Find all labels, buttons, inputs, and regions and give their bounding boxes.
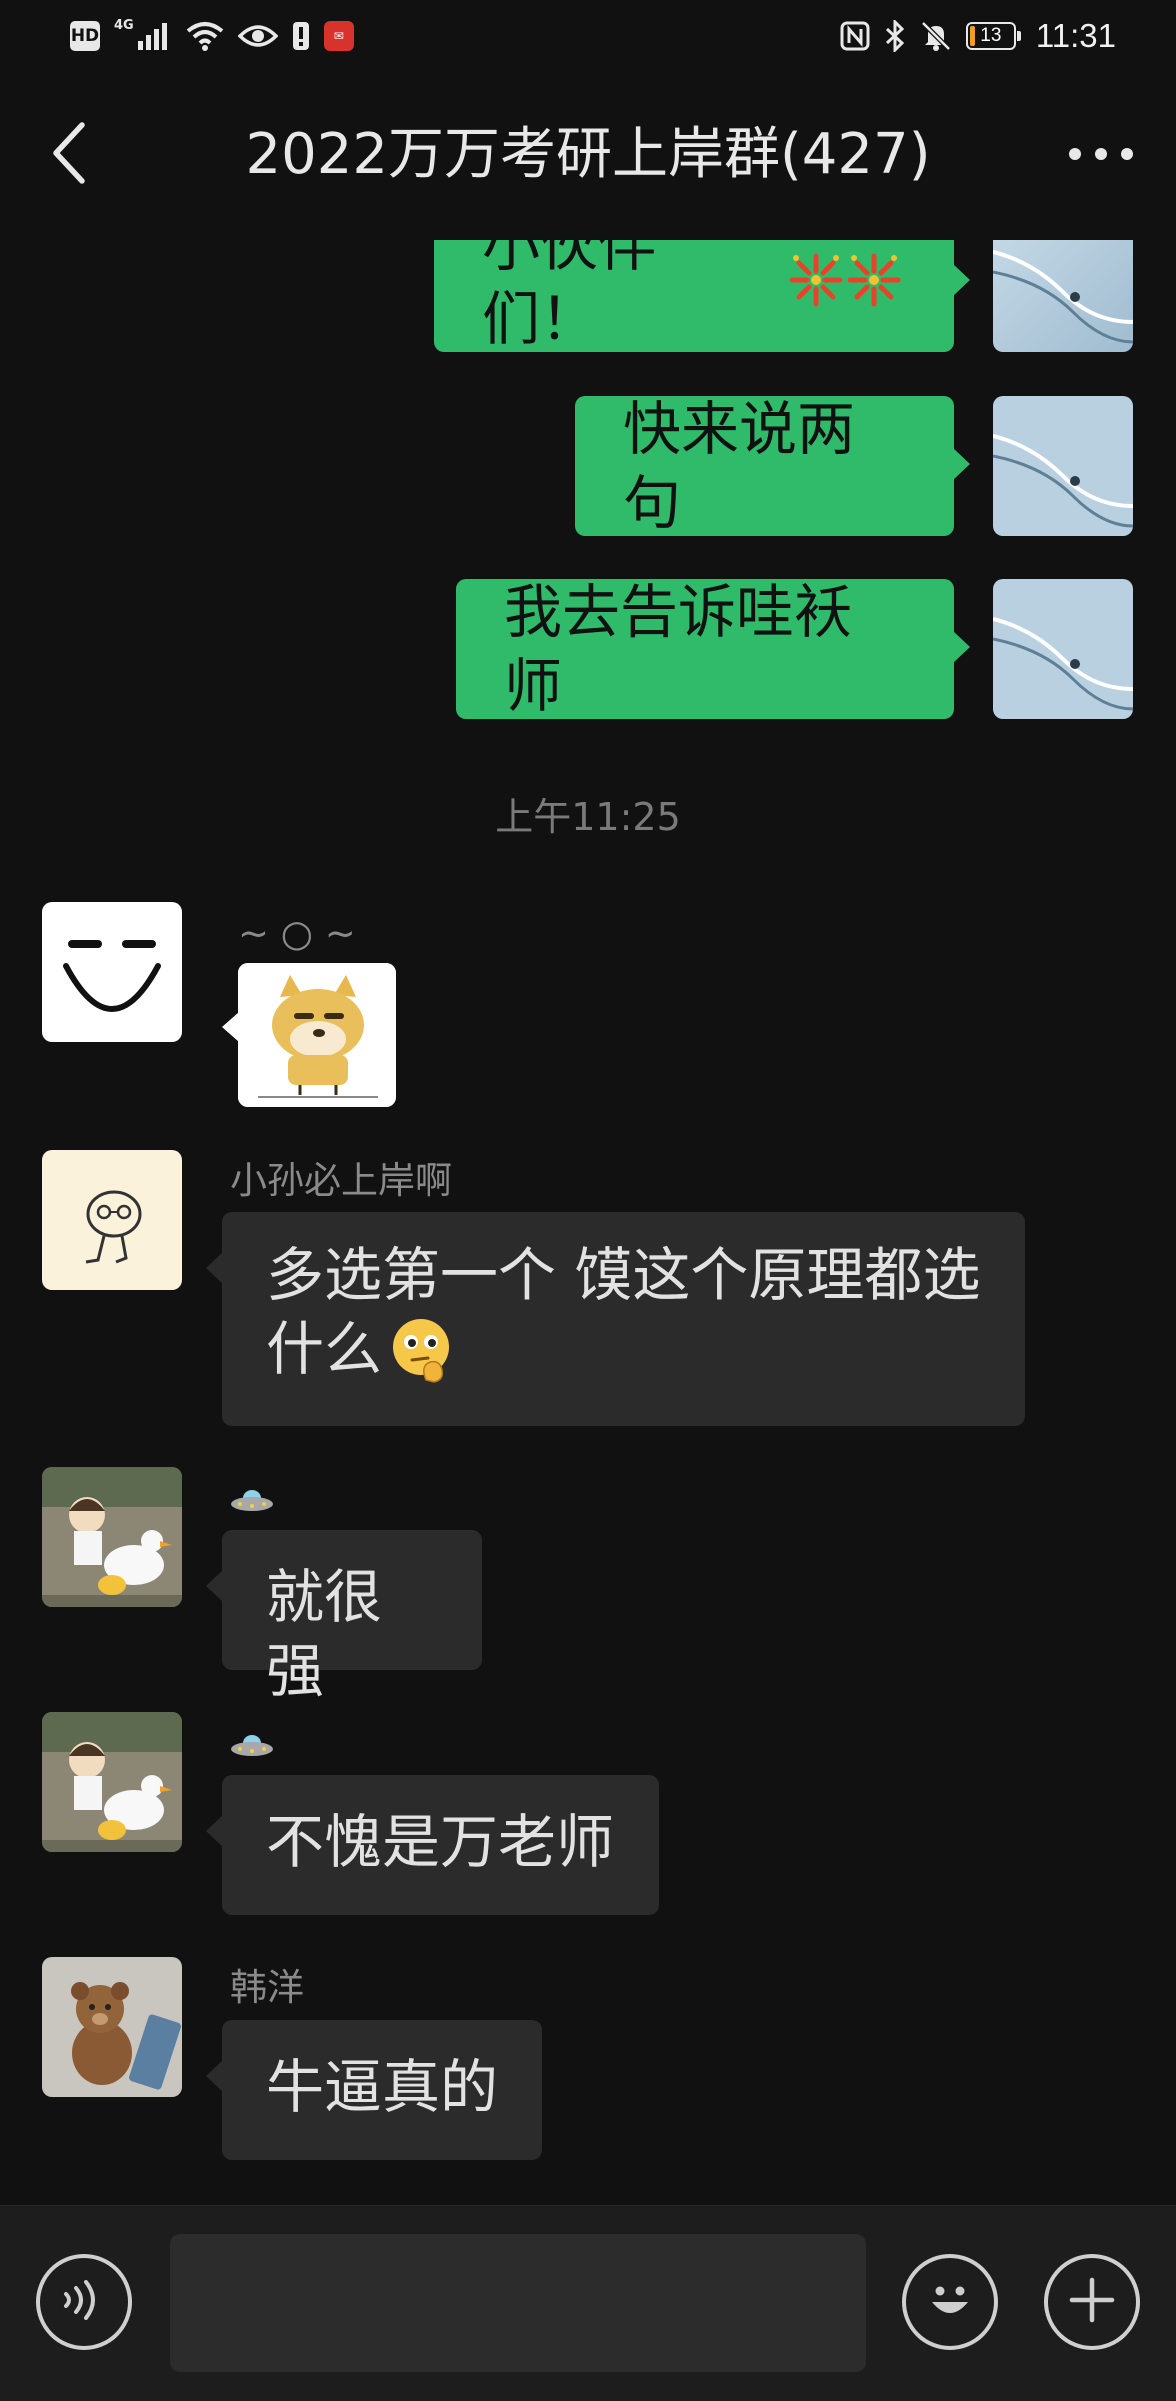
battery-fill xyxy=(969,26,975,46)
message-text: 牛逼真的 xyxy=(266,2053,499,2121)
ufo-icon xyxy=(230,1480,274,1523)
status-bar: HD 4G ✉ 13 11:31 xyxy=(0,0,1176,72)
sender-name: 小孙必上岸啊 xyxy=(230,1159,452,1202)
network-type-label: 4G xyxy=(114,18,134,33)
message-text: 我去告诉哇袄师 xyxy=(504,578,853,720)
signal-icon xyxy=(136,21,172,51)
hd-icon: HD xyxy=(70,21,100,51)
chat-title: 2022万万考研上岸群(427) xyxy=(245,122,931,187)
eye-icon xyxy=(237,22,278,50)
smiley-icon xyxy=(920,2270,980,2334)
more-dots-icon xyxy=(1068,146,1134,165)
message-bubble-outgoing[interactable]: 小伙伴们！ xyxy=(434,240,970,353)
thinking-face-icon xyxy=(386,1314,456,1384)
avatar[interactable] xyxy=(42,1712,182,1852)
plus-icon xyxy=(1064,2272,1120,2332)
avatar[interactable] xyxy=(42,1957,182,2097)
sender-name: ~ ○ ~ xyxy=(238,912,356,955)
message-timestamp: 上午11:25 xyxy=(495,795,681,839)
nfc-icon xyxy=(840,21,870,51)
voice-icon xyxy=(58,2274,110,2330)
chat-header: 2022万万考研上岸群(427) xyxy=(0,95,1176,215)
voice-input-button[interactable] xyxy=(36,2254,132,2350)
my-avatar[interactable] xyxy=(993,579,1133,719)
avatar[interactable] xyxy=(42,902,182,1042)
status-right-icons: 13 11:31 xyxy=(840,14,1116,58)
message-bubble-outgoing[interactable]: 我去告诉哇袄师 xyxy=(456,578,970,720)
message-bubble-incoming[interactable]: 就很强 xyxy=(206,1530,482,1705)
more-functions-button[interactable] xyxy=(1044,2254,1140,2350)
sticker-bubble-tail xyxy=(222,1012,239,1042)
message-text-line: 多选第一个 馍这个原理都选 xyxy=(266,1241,981,1309)
bell-muted-icon xyxy=(920,20,952,52)
wifi-icon xyxy=(186,21,224,51)
message-text: 什么 xyxy=(266,1315,383,1383)
fireworks-icon xyxy=(786,250,906,314)
status-left-icons: HD 4G ✉ xyxy=(70,16,354,56)
battery-icon: 13 xyxy=(965,22,1021,50)
message-text: 小伙伴们！ xyxy=(482,240,657,353)
sender-name: 韩洋 xyxy=(230,1966,304,2009)
bluetooth-icon xyxy=(884,20,906,52)
message-bubble-outgoing[interactable]: 快来说两句 xyxy=(575,395,970,537)
my-avatar[interactable] xyxy=(993,396,1133,536)
chevron-left-icon xyxy=(48,121,88,189)
my-avatar[interactable] xyxy=(993,240,1133,352)
input-bar xyxy=(0,2205,1176,2401)
sticker-message[interactable] xyxy=(238,963,396,1107)
message-text: 不愧是万老师 xyxy=(266,1808,615,1876)
message-bubble-incoming[interactable]: 不愧是万老师 xyxy=(206,1775,659,1915)
emoji-button[interactable] xyxy=(902,2254,998,2350)
alert-icon xyxy=(292,21,310,51)
avatar[interactable] xyxy=(42,1150,182,1290)
message-text-line: 什么 xyxy=(266,1312,981,1386)
chat-message-list[interactable]: 小伙伴们！ 快来说两句 我去告诉哇袄师 上午11:25 ~ ○ ~ 小孙必上岸啊… xyxy=(0,240,1176,2205)
status-time: 11:31 xyxy=(1035,17,1116,54)
sender-name xyxy=(230,1480,274,1524)
message-input[interactable] xyxy=(170,2234,866,2372)
ufo-icon xyxy=(230,1725,274,1768)
back-button[interactable] xyxy=(30,117,106,193)
doge-sticker xyxy=(238,963,396,1107)
message-bubble-incoming[interactable]: 牛逼真的 xyxy=(206,2020,542,2160)
message-text: 就很强 xyxy=(266,1563,383,1705)
battery-level: 13 xyxy=(980,25,1002,46)
message-bubble-incoming[interactable]: 多选第一个 馍这个原理都选 什么 xyxy=(206,1212,1025,1426)
avatar[interactable] xyxy=(42,1467,182,1607)
app-notification-icon: ✉ xyxy=(323,21,354,51)
sender-name xyxy=(230,1725,274,1769)
more-options-button[interactable] xyxy=(1056,117,1146,193)
message-text: 快来说两句 xyxy=(623,395,856,537)
